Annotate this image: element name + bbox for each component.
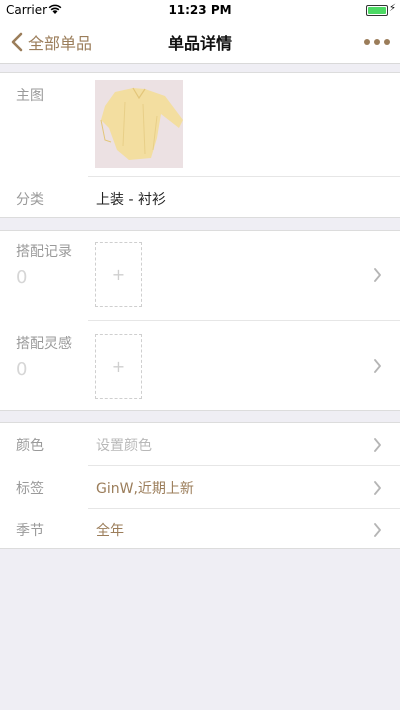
navigation-bar: 全部单品 单品详情 <box>0 20 400 64</box>
plus-icon: + <box>111 265 126 284</box>
item-photo[interactable] <box>95 80 183 168</box>
tags-label: 标签 <box>16 481 44 497</box>
battery-icon <box>366 5 388 16</box>
chevron-right-icon <box>374 481 381 495</box>
color-value: 设置颜色 <box>96 438 152 454</box>
season-row[interactable]: 季节 全年 <box>0 509 400 550</box>
tags-row[interactable]: 标签 GinW,近期上新 <box>0 466 400 508</box>
chevron-right-icon <box>374 438 381 452</box>
category-label: 分类 <box>16 192 44 208</box>
attributes-section: 颜色 设置颜色 标签 GinW,近期上新 季节 全年 <box>0 422 400 549</box>
tags-value: GinW,近期上新 <box>96 481 194 497</box>
season-value: 全年 <box>96 523 124 539</box>
outfit-records-count: 0 <box>16 267 28 288</box>
shirt-image <box>95 80 183 168</box>
chevron-right-icon <box>374 268 381 282</box>
season-label: 季节 <box>16 523 44 539</box>
charging-icon: ⚡ <box>388 3 396 14</box>
category-value: 上装 - 衬衫 <box>96 192 166 208</box>
outfit-inspiration-label: 搭配灵感 <box>16 336 72 352</box>
outfit-records-row[interactable]: 搭配记录 0 + <box>0 231 400 320</box>
page-title: 单品详情 <box>167 34 232 53</box>
outfit-section: 搭配记录 0 + 搭配灵感 0 + <box>0 230 400 411</box>
color-row[interactable]: 颜色 设置颜色 <box>0 423 400 465</box>
outfit-inspiration-row[interactable]: 搭配灵感 0 + <box>0 321 400 412</box>
chevron-right-icon <box>374 523 381 537</box>
add-outfit-inspiration-button[interactable]: + <box>95 334 142 399</box>
photo-section: 主图 分类 上装 - 衬衫 <box>0 72 400 218</box>
clock: 11:23 PM <box>168 3 232 17</box>
chevron-right-icon <box>374 359 381 373</box>
outfit-records-label: 搭配记录 <box>16 244 72 260</box>
more-options-button[interactable] <box>364 32 390 52</box>
main-image-label: 主图 <box>16 88 44 104</box>
plus-icon: + <box>111 357 126 376</box>
main-image-row: 主图 <box>0 73 400 176</box>
category-row[interactable]: 分类 上装 - 衬衫 <box>0 177 400 219</box>
more-dot-icon <box>374 39 380 45</box>
more-dot-icon <box>364 39 370 45</box>
color-label: 颜色 <box>16 438 44 454</box>
outfit-inspiration-count: 0 <box>16 359 28 380</box>
add-outfit-record-button[interactable]: + <box>95 242 142 307</box>
status-bar: Carrier 11:23 PM ⚡ <box>0 0 400 20</box>
more-dot-icon <box>384 39 390 45</box>
